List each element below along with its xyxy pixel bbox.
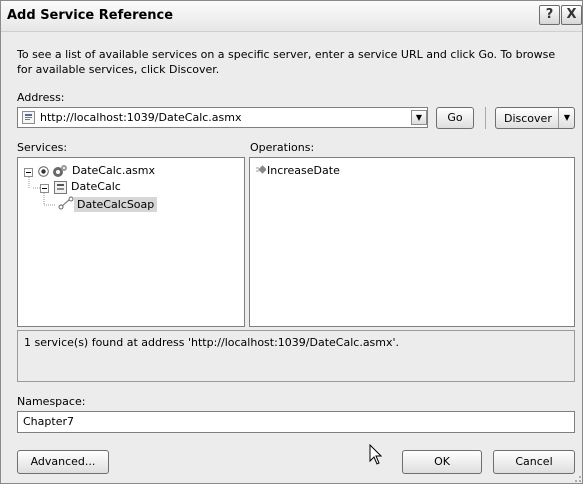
collapse-box-icon[interactable] — [24, 167, 33, 177]
namespace-label: Namespace: — [17, 395, 86, 408]
radio-selected-icon[interactable] — [38, 166, 49, 177]
status-message-box: 1 service(s) found at address 'http://lo… — [17, 330, 575, 382]
service-gears-icon — [52, 164, 68, 178]
mouse-cursor-icon — [369, 444, 383, 465]
dialog-title: Add Service Reference — [7, 8, 174, 23]
address-label: Address: — [17, 91, 65, 104]
go-button[interactable]: Go — [436, 107, 474, 129]
chevron-down-icon[interactable]: ▼ — [411, 110, 427, 125]
address-input[interactable]: http://localhost:1039/DateCalc.asmx — [40, 111, 242, 124]
title-bar[interactable]: Add Service Reference ? X — [1, 1, 582, 32]
services-tree[interactable]: DateCalc.asmx DateCalc DateCalcSoap — [17, 157, 245, 327]
tree-lines — [28, 177, 56, 206]
help-button[interactable]: ? — [539, 5, 560, 25]
status-text: 1 service(s) found at address 'http://lo… — [24, 336, 400, 349]
close-button[interactable]: X — [561, 5, 582, 25]
collapse-box-icon[interactable] — [40, 183, 49, 193]
operations-label: Operations: — [250, 141, 315, 154]
ok-button[interactable]: OK — [402, 450, 482, 474]
operations-list[interactable]: IncreaseDate — [249, 157, 575, 327]
resize-grip-icon[interactable] — [570, 471, 582, 483]
cancel-button[interactable]: Cancel — [493, 450, 575, 474]
tree-node-service[interactable]: DateCalc.asmx — [72, 164, 155, 177]
intro-text: To see a list of available services on a… — [17, 48, 556, 76]
add-service-reference-dialog: Add Service Reference ? X To see a list … — [0, 0, 583, 484]
tree-node-endpoint[interactable]: DateCalcSoap — [74, 197, 158, 212]
endpoint-icon — [58, 196, 74, 210]
services-label: Services: — [17, 141, 68, 154]
chevron-down-icon[interactable]: ▼ — [558, 108, 575, 128]
namespace-input[interactable]: Chapter7 — [17, 411, 575, 433]
discover-button[interactable]: Discover ▼ — [495, 107, 575, 129]
operation-icon — [256, 165, 267, 175]
page-icon — [22, 111, 35, 124]
address-combobox[interactable]: http://localhost:1039/DateCalc.asmx ▼ — [17, 107, 428, 128]
operation-item[interactable]: IncreaseDate — [267, 164, 340, 177]
discover-label: Discover — [504, 112, 552, 125]
toolbar-separator — [485, 107, 486, 129]
tree-node-class[interactable]: DateCalc — [71, 180, 121, 193]
class-icon — [54, 181, 67, 194]
advanced-button[interactable]: Advanced... — [17, 450, 109, 474]
